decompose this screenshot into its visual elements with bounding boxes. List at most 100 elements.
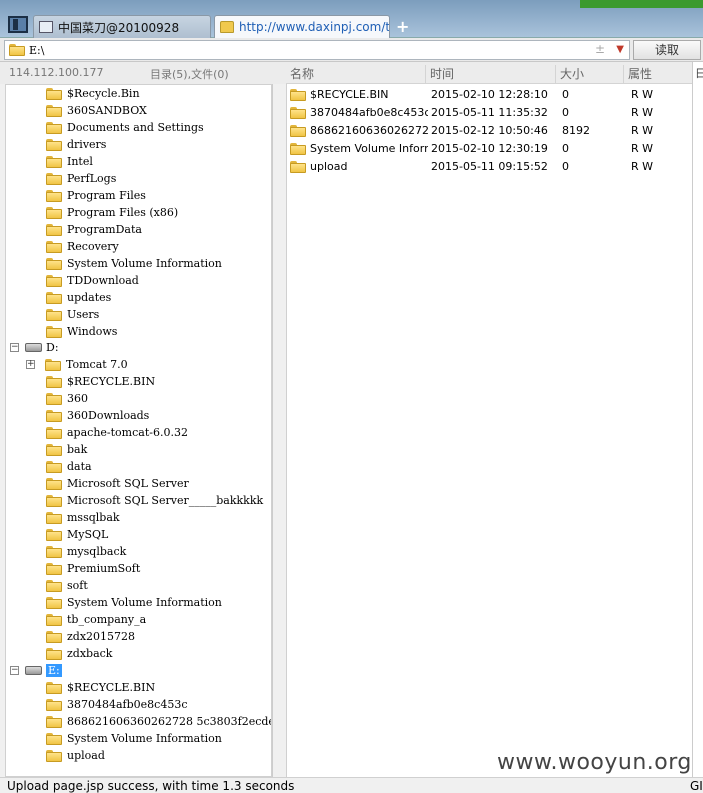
tree-item-label: Tomcat 7.0 bbox=[66, 358, 128, 371]
file-attr: R W bbox=[631, 124, 654, 137]
file-name: System Volume Inform... bbox=[310, 142, 428, 155]
tree-item-label: ProgramData bbox=[67, 223, 142, 236]
tree-item[interactable]: Microsoft SQL Server bbox=[46, 475, 189, 492]
tree-item-label: $RECYCLE.BIN bbox=[67, 375, 156, 388]
collapse-toggle[interactable]: − bbox=[10, 666, 19, 675]
tree-item[interactable]: mysqlback bbox=[46, 543, 126, 560]
tree-item[interactable]: Windows bbox=[46, 323, 117, 340]
folder-icon bbox=[46, 579, 62, 592]
tree-item[interactable]: Intel bbox=[46, 153, 93, 170]
tree-item-label: soft bbox=[67, 579, 88, 592]
tree-item[interactable]: zdx2015728 bbox=[46, 628, 135, 645]
tree-item[interactable]: 868621606360262728 5c3803f2ecde bbox=[46, 713, 272, 730]
column-name[interactable]: 名称 bbox=[286, 65, 426, 83]
file-name: upload bbox=[310, 160, 348, 173]
server-ip: 114.112.100.177 bbox=[9, 66, 104, 79]
tree-item-label: 360 bbox=[67, 392, 88, 405]
tree-item[interactable]: Documents and Settings bbox=[46, 119, 204, 136]
title-accent bbox=[580, 0, 703, 8]
folder-icon bbox=[46, 630, 62, 643]
tree-item[interactable]: apache-tomcat-6.0.32 bbox=[46, 424, 188, 441]
column-size[interactable]: 大小 bbox=[556, 65, 624, 83]
tree-item[interactable]: PerfLogs bbox=[46, 170, 116, 187]
tree-item[interactable]: Microsoft SQL Server_____bakkkkk bbox=[46, 492, 263, 509]
chevron-down-icon[interactable]: ▼ bbox=[616, 44, 624, 55]
drive-label: E: bbox=[46, 664, 62, 677]
folder-icon bbox=[46, 308, 62, 321]
tree-item[interactable]: Users bbox=[46, 306, 99, 323]
tree-item[interactable]: 360SANDBOX bbox=[46, 102, 147, 119]
tree-item[interactable]: drivers bbox=[46, 136, 106, 153]
tree-item[interactable]: upload bbox=[46, 747, 105, 764]
folder-icon bbox=[46, 681, 62, 694]
tree-item[interactable]: System Volume Information bbox=[46, 730, 222, 747]
tree-item[interactable]: mssqlbak bbox=[46, 509, 120, 526]
tree-item[interactable]: + Tomcat 7.0 bbox=[26, 356, 128, 373]
tree-item[interactable]: 3870484afb0e8c453c bbox=[46, 696, 187, 713]
file-row[interactable]: upload 2015-05-11 09:15:52 0 R W bbox=[287, 158, 693, 176]
tree-item[interactable]: System Volume Information bbox=[46, 594, 222, 611]
side-panel: 日 bbox=[692, 62, 703, 777]
folder-icon bbox=[46, 274, 62, 287]
file-row[interactable]: 3870484afb0e8c453c 2015-05-11 11:35:32 0 R … bbox=[287, 104, 693, 122]
tree-item[interactable]: updates bbox=[46, 289, 111, 306]
status-message: Upload page.jsp success, with time 1.3 s… bbox=[7, 779, 295, 793]
file-attr: R W bbox=[631, 142, 654, 155]
tree-item-label: Windows bbox=[67, 325, 118, 338]
folder-icon bbox=[46, 715, 62, 728]
tree-item[interactable]: TDDownload bbox=[46, 272, 139, 289]
tree-item[interactable]: bak bbox=[46, 441, 87, 458]
tree-item[interactable]: ProgramData bbox=[46, 221, 142, 238]
tree-item[interactable]: Recovery bbox=[46, 238, 119, 255]
file-time: 2015-05-11 11:35:32 bbox=[431, 106, 548, 119]
file-attr: R W bbox=[631, 88, 654, 101]
tree-item[interactable]: data bbox=[46, 458, 92, 475]
tree-item-label: PerfLogs bbox=[67, 172, 117, 185]
column-time[interactable]: 时间 bbox=[426, 65, 556, 83]
tree-item[interactable]: 360 bbox=[46, 390, 88, 407]
expand-toggle[interactable]: + bbox=[26, 360, 35, 369]
file-row[interactable]: $RECYCLE.BIN 2015-02-10 12:28:10 0 R W bbox=[287, 86, 693, 104]
path-value: E:\ bbox=[29, 43, 45, 57]
tree-item-label: updates bbox=[67, 291, 112, 304]
tree-item[interactable]: MySQL bbox=[46, 526, 108, 543]
status-bar: Upload page.jsp success, with time 1.3 s… bbox=[0, 777, 703, 793]
read-button[interactable]: 读取 bbox=[633, 40, 701, 60]
folder-icon bbox=[46, 104, 62, 117]
file-size: 8192 bbox=[562, 124, 590, 137]
tree-item-label: 868621606360262728 5c3803f2ecde bbox=[67, 715, 272, 728]
tab-chopper[interactable]: 中国菜刀@20100928 bbox=[33, 15, 211, 38]
app-icon[interactable] bbox=[8, 16, 28, 33]
tree-item[interactable]: $RECYCLE.BIN bbox=[46, 373, 155, 390]
file-row[interactable]: System Volume Inform...2015-02-10 12:30:… bbox=[287, 140, 693, 158]
folder-icon bbox=[46, 172, 62, 185]
tree-item[interactable]: Program Files (x86) bbox=[46, 204, 178, 221]
folder-icon bbox=[46, 121, 62, 134]
tree-item[interactable]: zdxback bbox=[46, 645, 112, 662]
tree-item[interactable]: System Volume Information bbox=[46, 255, 222, 272]
new-tab-button[interactable]: + bbox=[396, 17, 409, 36]
tab-url[interactable]: http://www.daxinpj.com/test.j... bbox=[214, 15, 390, 38]
folder-icon bbox=[290, 89, 306, 101]
tree-drive-d[interactable]: − D: bbox=[6, 339, 106, 356]
tree-item[interactable]: $Recycle.Bin bbox=[46, 85, 140, 102]
file-row[interactable]: 868621606360262728...2015-02-12 10:50:46… bbox=[287, 122, 693, 140]
path-input[interactable]: E:\ ± ▼ bbox=[4, 40, 630, 60]
tree-scrollbar[interactable] bbox=[272, 84, 285, 777]
tree-item[interactable]: soft bbox=[46, 577, 88, 594]
file-attr: R W bbox=[631, 160, 654, 173]
tree-item[interactable]: Program Files bbox=[46, 187, 146, 204]
drive-icon bbox=[25, 343, 42, 352]
collapse-toggle[interactable]: − bbox=[10, 343, 19, 352]
tree-item[interactable]: tb_company_a bbox=[46, 611, 146, 628]
file-time: 2015-02-10 12:30:19 bbox=[431, 142, 548, 155]
tree-drive-e[interactable]: − E: bbox=[6, 662, 106, 679]
tree-item[interactable]: $RECYCLE.BIN bbox=[46, 679, 155, 696]
tree-item[interactable]: 360Downloads bbox=[46, 407, 149, 424]
tree-item[interactable]: PremiumSoft bbox=[46, 560, 140, 577]
column-attr[interactable]: 属性 bbox=[624, 65, 692, 83]
bookmark-icon[interactable]: ± bbox=[595, 42, 605, 56]
tree-item-label: Program Files bbox=[67, 189, 146, 202]
folder-icon bbox=[46, 155, 62, 168]
tab-label: http://www.daxinpj.com/test.j... bbox=[239, 20, 390, 34]
